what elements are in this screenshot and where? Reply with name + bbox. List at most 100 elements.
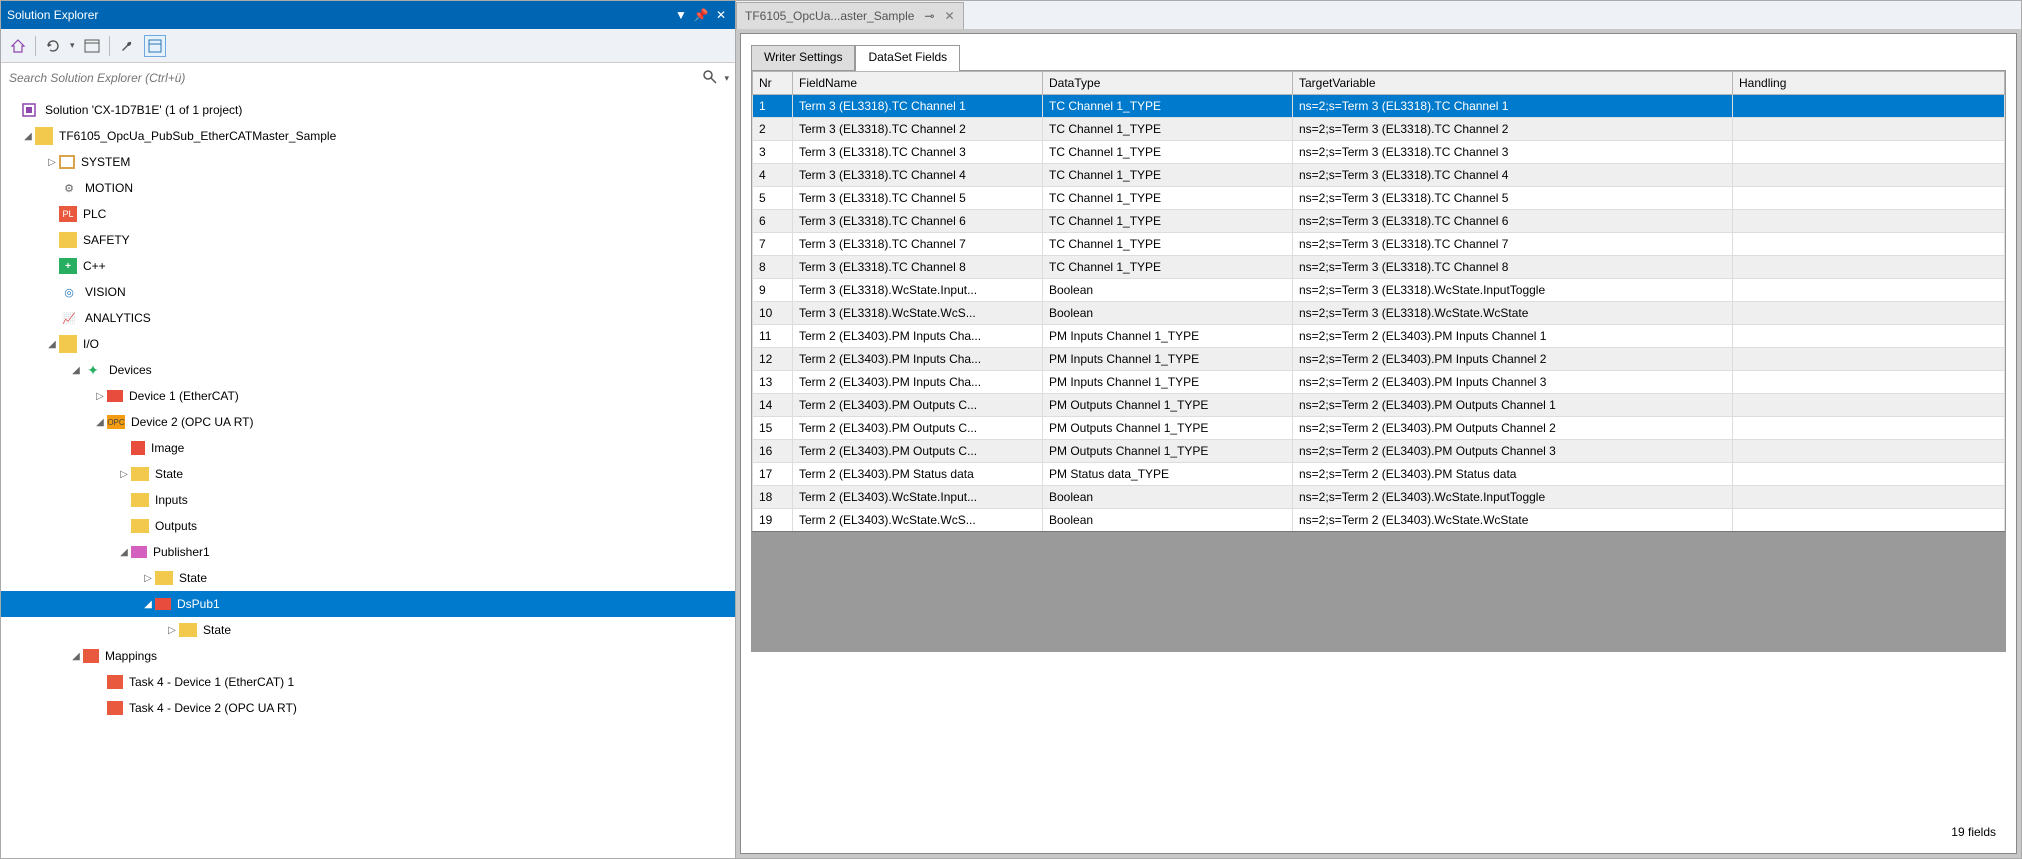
cell: 2 bbox=[753, 118, 793, 141]
table-row[interactable]: 3Term 3 (EL3318).TC Channel 3TC Channel … bbox=[753, 141, 2005, 164]
tree-node-cpp[interactable]: ▷+ C++ bbox=[1, 253, 735, 279]
table-row[interactable]: 18Term 2 (EL3403).WcState.Input...Boolea… bbox=[753, 486, 2005, 509]
tree-node-state-1[interactable]: ▷ State bbox=[1, 461, 735, 487]
cell: Term 3 (EL3318).TC Channel 1 bbox=[793, 95, 1043, 118]
table-row[interactable]: 16Term 2 (EL3403).PM Outputs C...PM Outp… bbox=[753, 440, 2005, 463]
grid-header-row: Nr FieldName DataType TargetVariable Han… bbox=[753, 72, 2005, 95]
refresh-icon[interactable] bbox=[42, 35, 64, 57]
solution-icon bbox=[19, 100, 39, 120]
document-tab[interactable]: TF6105_OpcUa...aster_Sample ⊸ ✕ bbox=[736, 2, 964, 29]
table-row[interactable]: 12Term 2 (EL3403).PM Inputs Cha...PM Inp… bbox=[753, 348, 2005, 371]
safety-icon bbox=[59, 232, 77, 248]
cell: ns=2;s=Term 2 (EL3403).PM Outputs Channe… bbox=[1293, 417, 1733, 440]
pin-icon[interactable]: 📌 bbox=[693, 7, 709, 23]
tree-node-motion[interactable]: ▷⚙ MOTION bbox=[1, 175, 735, 201]
cell bbox=[1733, 279, 2005, 302]
cell: PM Inputs Channel 1_TYPE bbox=[1043, 371, 1293, 394]
search-icon[interactable] bbox=[702, 69, 720, 87]
solution-node[interactable]: ▸ Solution 'CX-1D7B1E' (1 of 1 project) bbox=[1, 97, 735, 123]
ethercat-icon bbox=[107, 390, 123, 402]
tab-dataset-fields[interactable]: DataSet Fields bbox=[855, 45, 960, 71]
tree-node-publisher1[interactable]: ◢ Publisher1 bbox=[1, 539, 735, 565]
cell: 14 bbox=[753, 394, 793, 417]
tree-node-io[interactable]: ◢ I/O bbox=[1, 331, 735, 357]
table-row[interactable]: 15Term 2 (EL3403).PM Outputs C...PM Outp… bbox=[753, 417, 2005, 440]
cell: PM Status data_TYPE bbox=[1043, 463, 1293, 486]
cell: 18 bbox=[753, 486, 793, 509]
tree-node-plc[interactable]: ▷PL PLC bbox=[1, 201, 735, 227]
col-handling[interactable]: Handling bbox=[1733, 72, 2005, 95]
tree-node-safety[interactable]: ▷ SAFETY bbox=[1, 227, 735, 253]
cell bbox=[1733, 256, 2005, 279]
cell: Term 3 (EL3318).TC Channel 7 bbox=[793, 233, 1043, 256]
wrench-icon[interactable] bbox=[116, 35, 138, 57]
tree-node-image[interactable]: ▷ Image bbox=[1, 435, 735, 461]
table-row[interactable]: 5Term 3 (EL3318).TC Channel 5TC Channel … bbox=[753, 187, 2005, 210]
cell bbox=[1733, 302, 2005, 325]
tree-node-task4a[interactable]: ▷ Task 4 - Device 1 (EtherCAT) 1 bbox=[1, 669, 735, 695]
table-row[interactable]: 14Term 2 (EL3403).PM Outputs C...PM Outp… bbox=[753, 394, 2005, 417]
tree-node-dspub1[interactable]: ◢ DsPub1 bbox=[1, 591, 735, 617]
cell: 7 bbox=[753, 233, 793, 256]
col-fieldname[interactable]: FieldName bbox=[793, 72, 1043, 95]
tree-node-system[interactable]: ▷ SYSTEM bbox=[1, 149, 735, 175]
tree-node-state-3[interactable]: ▷ State bbox=[1, 617, 735, 643]
tree-node-device1[interactable]: ▷ Device 1 (EtherCAT) bbox=[1, 383, 735, 409]
solution-explorer-panel: Solution Explorer ▼ 📌 ✕ ▾ ▾ bbox=[1, 1, 736, 858]
cell: 13 bbox=[753, 371, 793, 394]
table-row[interactable]: 7Term 3 (EL3318).TC Channel 7TC Channel … bbox=[753, 233, 2005, 256]
tree-node-device2[interactable]: ◢OPC Device 2 (OPC UA RT) bbox=[1, 409, 735, 435]
cell: 8 bbox=[753, 256, 793, 279]
close-tab-icon[interactable]: ✕ bbox=[944, 9, 954, 23]
table-row[interactable]: 19Term 2 (EL3403).WcState.WcS...Booleann… bbox=[753, 509, 2005, 532]
tree-node-task4b[interactable]: ▷ Task 4 - Device 2 (OPC UA RT) bbox=[1, 695, 735, 721]
table-row[interactable]: 1Term 3 (EL3318).TC Channel 1TC Channel … bbox=[753, 95, 2005, 118]
col-nr[interactable]: Nr bbox=[753, 72, 793, 95]
cell: ns=2;s=Term 2 (EL3403).PM Inputs Channel… bbox=[1293, 348, 1733, 371]
project-node[interactable]: ◢ TF6105_OpcUa_PubSub_EtherCATMaster_Sam… bbox=[1, 123, 735, 149]
cell: Term 2 (EL3403).PM Outputs C... bbox=[793, 417, 1043, 440]
cell bbox=[1733, 233, 2005, 256]
tree-node-state-2[interactable]: ▷ State bbox=[1, 565, 735, 591]
cell: Term 3 (EL3318).WcState.Input... bbox=[793, 279, 1043, 302]
cell: ns=2;s=Term 3 (EL3318).TC Channel 7 bbox=[1293, 233, 1733, 256]
project-icon bbox=[35, 127, 53, 145]
analytics-icon: 📈 bbox=[59, 308, 79, 328]
cell bbox=[1733, 348, 2005, 371]
table-row[interactable]: 8Term 3 (EL3318).TC Channel 8TC Channel … bbox=[753, 256, 2005, 279]
cell: Term 2 (EL3403).WcState.WcS... bbox=[793, 509, 1043, 532]
cell: Boolean bbox=[1043, 509, 1293, 532]
tree-node-analytics[interactable]: ▷📈 ANALYTICS bbox=[1, 305, 735, 331]
dropdown-icon[interactable]: ▼ bbox=[673, 7, 689, 23]
tree-node-devices[interactable]: ◢✦ Devices bbox=[1, 357, 735, 383]
pin-icon[interactable]: ⊸ bbox=[924, 9, 934, 23]
home-icon[interactable] bbox=[7, 35, 29, 57]
chevron-down-icon[interactable]: ▾ bbox=[70, 40, 75, 51]
table-row[interactable]: 2Term 3 (EL3318).TC Channel 2TC Channel … bbox=[753, 118, 2005, 141]
table-row[interactable]: 10Term 3 (EL3318).WcState.WcS...Booleann… bbox=[753, 302, 2005, 325]
col-targetvariable[interactable]: TargetVariable bbox=[1293, 72, 1733, 95]
cell: Term 3 (EL3318).TC Channel 4 bbox=[793, 164, 1043, 187]
table-row[interactable]: 13Term 2 (EL3403).PM Inputs Cha...PM Inp… bbox=[753, 371, 2005, 394]
search-input[interactable] bbox=[7, 70, 702, 86]
properties-icon[interactable] bbox=[144, 35, 166, 57]
cell bbox=[1733, 325, 2005, 348]
tree-node-outputs[interactable]: ▷ Outputs bbox=[1, 513, 735, 539]
mappings-icon bbox=[83, 649, 99, 663]
close-icon[interactable]: ✕ bbox=[713, 7, 729, 23]
cell: ns=2;s=Term 3 (EL3318).TC Channel 3 bbox=[1293, 141, 1733, 164]
cell: Boolean bbox=[1043, 486, 1293, 509]
table-row[interactable]: 11Term 2 (EL3403).PM Inputs Cha...PM Inp… bbox=[753, 325, 2005, 348]
solution-explorer-header: Solution Explorer ▼ 📌 ✕ bbox=[1, 1, 735, 29]
search-dropdown-icon[interactable]: ▾ bbox=[720, 73, 729, 84]
collapse-icon[interactable] bbox=[81, 35, 103, 57]
table-row[interactable]: 17Term 2 (EL3403).PM Status dataPM Statu… bbox=[753, 463, 2005, 486]
tree-node-inputs[interactable]: ▷ Inputs bbox=[1, 487, 735, 513]
table-row[interactable]: 4Term 3 (EL3318).TC Channel 4TC Channel … bbox=[753, 164, 2005, 187]
table-row[interactable]: 6Term 3 (EL3318).TC Channel 6TC Channel … bbox=[753, 210, 2005, 233]
col-datatype[interactable]: DataType bbox=[1043, 72, 1293, 95]
tree-node-vision[interactable]: ▷◎ VISION bbox=[1, 279, 735, 305]
table-row[interactable]: 9Term 3 (EL3318).WcState.Input...Boolean… bbox=[753, 279, 2005, 302]
tab-writer-settings[interactable]: Writer Settings bbox=[751, 45, 855, 71]
tree-node-mappings[interactable]: ◢ Mappings bbox=[1, 643, 735, 669]
